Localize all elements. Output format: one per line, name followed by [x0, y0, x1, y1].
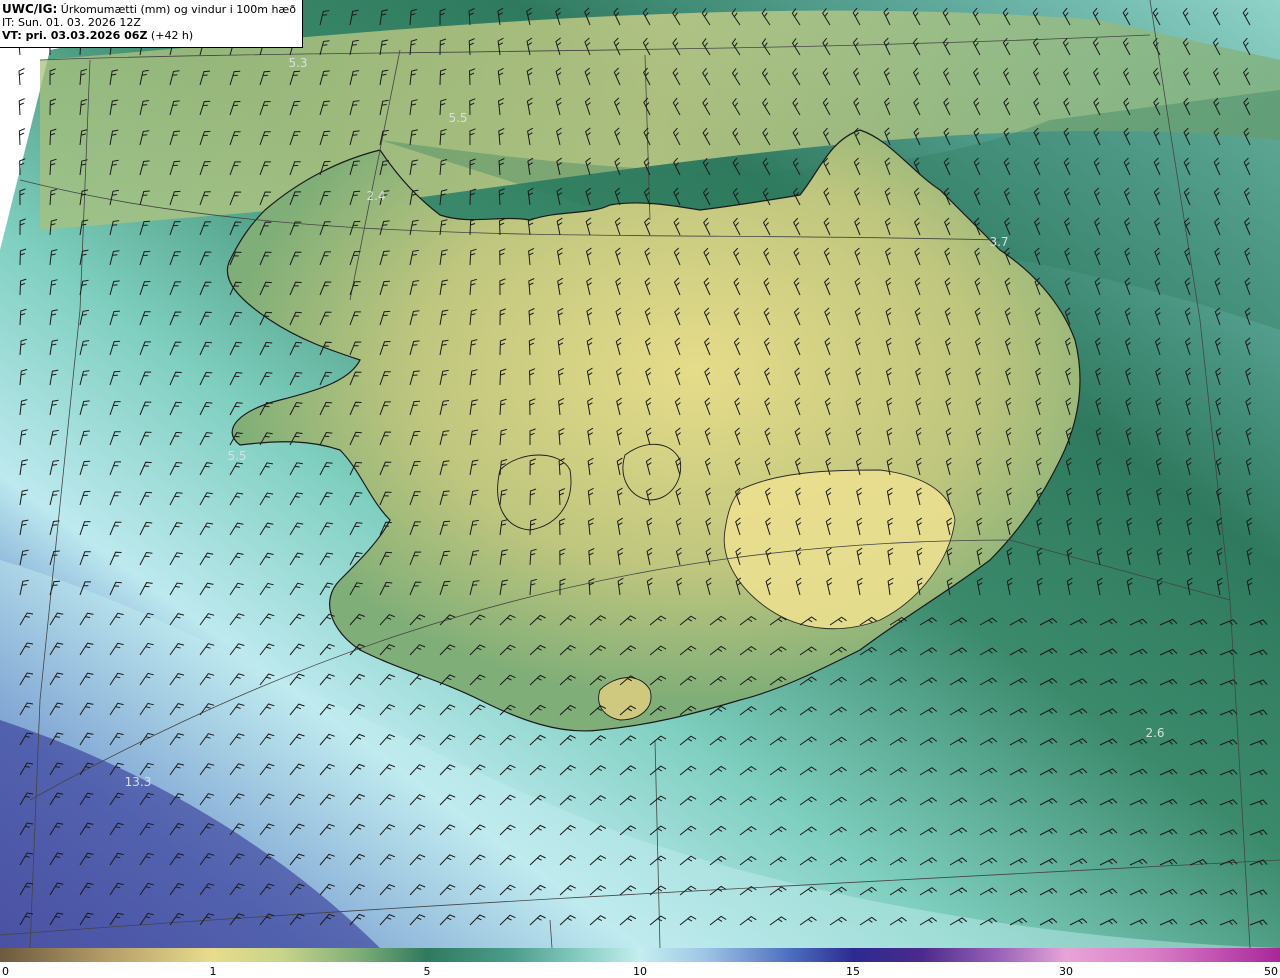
- colorbar-tick: 50: [1264, 965, 1278, 978]
- model-name: UWC/IG:: [2, 2, 58, 16]
- valid-time: VT: pri. 03.03.2026 06Z: [2, 29, 148, 42]
- valid-time-line: VT: pri. 03.03.2026 06Z (+42 h): [2, 29, 302, 42]
- colorbar: [0, 948, 1280, 962]
- forecast-offset: (+42 h): [147, 29, 194, 42]
- map-value-label: 5.5: [227, 449, 247, 463]
- colorbar-tick: 0: [2, 965, 9, 978]
- map-canvas: [0, 0, 1280, 948]
- colorbar-tick: 10: [633, 965, 647, 978]
- map-value-label: 2.6: [1145, 726, 1165, 740]
- colorbar-tick: 5: [423, 965, 431, 978]
- map-value-label: 13.3: [124, 775, 152, 789]
- title-line: UWC/IG: Úrkomumætti (mm) og vindur i 100…: [2, 2, 302, 17]
- map-value-label: 3.7: [989, 235, 1009, 249]
- colorbar-tick: 30: [1059, 965, 1073, 978]
- map-value-label: 2.4: [366, 189, 386, 203]
- colorbar-tick: 15: [846, 965, 860, 978]
- map-value-label: 5.5: [448, 111, 468, 125]
- map-header: UWC/IG: Úrkomumætti (mm) og vindur i 100…: [0, 0, 303, 48]
- map-value-label: 5.3: [288, 56, 308, 70]
- init-time: IT: Sun. 01. 03. 2026 12Z: [2, 16, 141, 29]
- colorbar-tick: 1: [209, 965, 217, 978]
- precipitation-map: [0, 0, 1280, 948]
- map-title: Úrkomumætti (mm) og vindur i 100m hæð: [57, 3, 296, 16]
